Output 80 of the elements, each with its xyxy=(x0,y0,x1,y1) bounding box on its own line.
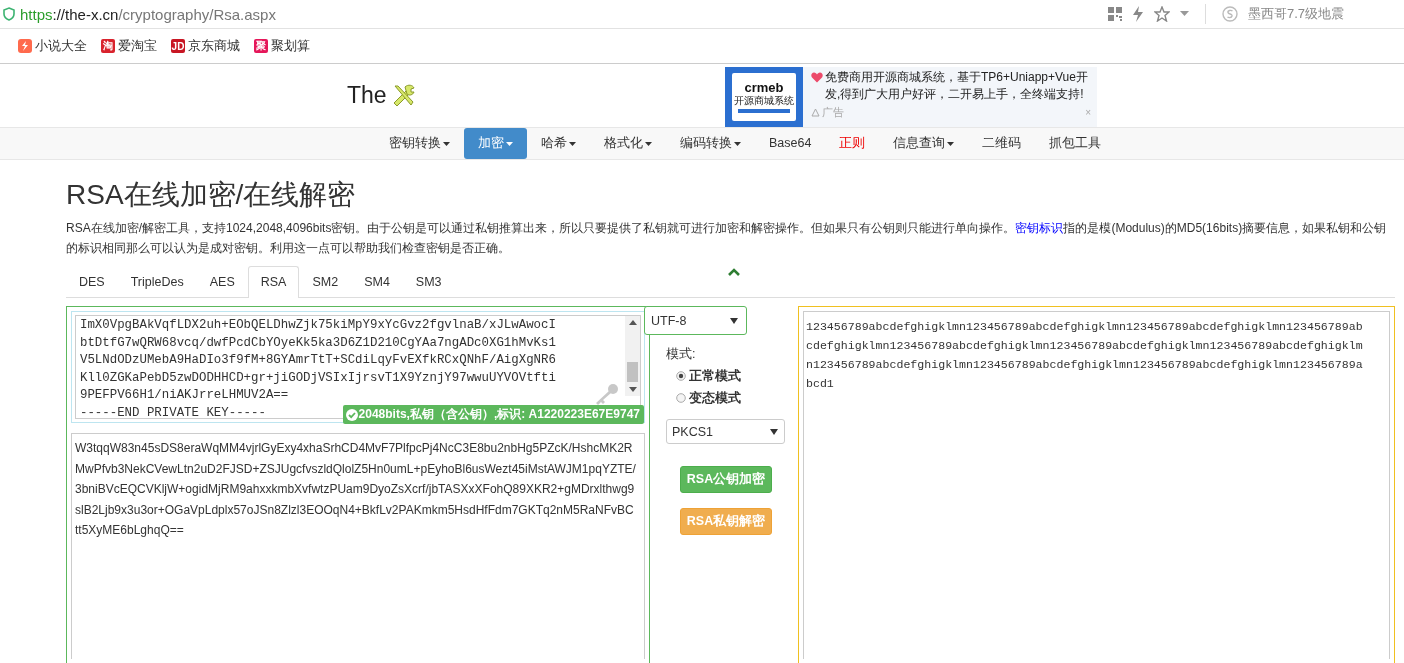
mode-label: 模式: xyxy=(666,346,696,363)
ad-brand-logo: crmeb 开源商城系统 xyxy=(725,67,803,127)
search-hint[interactable]: 墨西哥7.7级地震 xyxy=(1247,5,1344,23)
ad-banner[interactable]: crmeb 开源商城系统 免费商用开源商城系统，基于TP6+Uniapp+Vue开发,得到广大用户好评，二开易上手，全终端支持! 广告 × xyxy=(725,67,1097,127)
heart-icon xyxy=(811,72,823,83)
caret-icon[interactable] xyxy=(1179,11,1189,17)
tab[interactable]: SM2 xyxy=(299,266,352,297)
cipher-text-line: MwPfvb3NekCVewLtn2uD2FJSD+ZSJUgcfvszldQlolZ5Hn0umL+pEyhoBl6usWezt45iMstAWJM1pqYZTE/ xyxy=(75,460,637,478)
plain-text-line: n123456789abcdefghigklmn123456789abcdefghigklmn123456789abcdefghigklmn123456789a xyxy=(806,357,1364,373)
key-text-line: 9PEFPV66H1/niAKJrreLHMUV2A== xyxy=(80,387,289,404)
mode-radio[interactable]: 正常模式 xyxy=(676,365,741,387)
bookmark-link[interactable]: 淘 爱淘宝 xyxy=(101,37,157,55)
bookmark-link[interactable]: JD 京东商城 xyxy=(171,37,240,55)
key-text-line: ImX0VpgBAkVqfLDX2uh+EObQELDhwZjk75kiMpY9xYcGvz2fgvlnaB/xJLwAwocI xyxy=(80,317,556,334)
chevron-up-icon[interactable] xyxy=(728,268,740,276)
plain-text-line: 123456789abcdefghigklmn123456789abcdefghigklmn123456789abcdefghigklmn123456789ab xyxy=(806,319,1364,335)
star-icon[interactable] xyxy=(1153,6,1170,22)
bookmark-link[interactable]: 小说大全 xyxy=(18,37,87,55)
nav-menu-item[interactable]: 密钥转换 xyxy=(375,128,464,159)
tab[interactable]: TripleDes xyxy=(117,266,197,297)
tab[interactable]: AES xyxy=(196,266,248,297)
encoding-select[interactable]: UTF-8 xyxy=(644,306,747,335)
key-id-link[interactable]: 密钥标识 xyxy=(1015,221,1064,235)
padding-select[interactable]: PKCS1 xyxy=(666,419,785,444)
key-text-line: btDtfG7wQRW68vcq/dwfPcdCbYOyeKk5ka3D6Z1D210CgYAa7ngADc0XG1hMvKs1 xyxy=(80,334,556,352)
caret-icon xyxy=(730,317,738,324)
bookmark-favicon-icon xyxy=(18,39,32,53)
caret-icon xyxy=(506,141,513,146)
scrollbar-thumb[interactable] xyxy=(627,362,638,382)
scroll-down-icon[interactable] xyxy=(628,387,637,392)
search-engine-icon[interactable] xyxy=(1221,6,1238,22)
site-logo-text[interactable]: The xyxy=(347,82,387,109)
scrollbar[interactable] xyxy=(625,316,640,396)
nav-menu-item[interactable]: 正则 xyxy=(825,128,880,159)
ad-mark-icon xyxy=(811,108,820,117)
key-info-text: 2048bits,私钥（含公钥）,标识: A1220223E67E9747 xyxy=(358,406,640,423)
plain-text-line: bcd1 xyxy=(806,376,835,392)
key-text-line: -----END PRIVATE KEY----- xyxy=(80,404,266,418)
tab[interactable]: SM4 xyxy=(351,266,403,297)
nav-menu-item[interactable]: 编码转换 xyxy=(666,128,755,159)
nav-menu-item[interactable]: Base64 xyxy=(755,128,826,159)
caret-icon xyxy=(734,141,741,146)
ad-text: 免费商用开源商城系统，基于TP6+Uniapp+Vue开发,得到广大用户好评，二开易上手，全终端支持! xyxy=(825,69,1089,103)
nav-menu-item[interactable]: 加密 xyxy=(464,128,527,159)
plain-text-line: cdefghigklmn123456789abcdefghigklmn123456789abcdefghigklmn123456789abcdefghigklm xyxy=(806,338,1364,354)
key-text-line: Kll0ZGKaPebD5zwDODHHCD+gr+jiGODjVSIxIjrsvT1X9YznjY97wwuUYVOVtfti xyxy=(80,369,556,387)
bookmark-favicon-icon: JD xyxy=(171,39,185,53)
cipher-text-line: W3tqqW83n45sDS8eraWqMM4vjrlGyExy4xhaSrhCD4MvF7PlfpcPj4NcC3E8bu2nbHg5PZcK/HshcMK2R xyxy=(75,440,634,457)
nav-menu-item[interactable]: 抓包工具 xyxy=(1035,128,1116,159)
cipher-input-field[interactable] xyxy=(71,433,645,659)
bookmark-link[interactable]: 聚 聚划算 xyxy=(254,37,310,55)
cipher-text-line: slB2Ljb9x3u3or+OGaVpLdplx57oJSn8Zlzl3EOOqN4+BkfLv2PAKmkm5HsdHfFdm7GKTq2nM5RaNFvBC xyxy=(75,501,635,519)
nav-menu-item[interactable]: 哈希 xyxy=(527,128,590,159)
nav-menu-item[interactable]: 信息查询 xyxy=(879,128,969,159)
nav-menu-item[interactable]: 二维码 xyxy=(968,128,1036,159)
page-title: RSA在线加密/在线解密 xyxy=(66,178,357,212)
tab[interactable]: RSA xyxy=(247,266,300,298)
cipher-text-line: 3bniBVcEQCVKljW+ogidMjRM9ahxxkmbXvfwtzPUam9DyoZsXcrf/jbTASXxXFohQ89XKR2+gMDrxlthwg9 xyxy=(75,481,636,498)
cipher-text-line: tt5XyME6bLghqQ== xyxy=(75,522,185,539)
caret-icon xyxy=(645,141,652,146)
address-url[interactable]: https://the-x.cn/cryptography/Rsa.aspx xyxy=(20,5,276,23)
qr-code-icon[interactable] xyxy=(1107,7,1122,21)
mode-radio[interactable]: 变态模式 xyxy=(676,387,741,409)
key-icon xyxy=(596,384,618,405)
caret-icon xyxy=(569,141,576,146)
secure-shield-icon xyxy=(3,7,15,21)
check-icon xyxy=(345,408,358,421)
caret-icon xyxy=(443,141,450,146)
lightning-icon[interactable] xyxy=(1131,6,1144,22)
bookmark-favicon-icon: 聚 xyxy=(254,39,268,53)
ad-label: 广告 xyxy=(822,105,844,120)
caret-icon xyxy=(947,141,955,146)
tab[interactable]: SM3 xyxy=(402,266,455,297)
scroll-up-icon[interactable] xyxy=(628,320,637,325)
caret-icon xyxy=(770,428,778,435)
page-description: RSA在线加密/解密工具，支持1024,2048,4096bits密钥。由于公钥是可以通过私钥推算出来，所以只要提供了私钥就可进行加密和解密操作。但如果只有公钥则只能进行单向操作。密钥标识指的是模(Modulus)的MD5(16bits)摘要信息，如果私钥和公钥的标识相同那么可以认为是成对密钥。利用这一点可以帮助我们检查密钥是否正确。 xyxy=(66,220,1388,257)
tab[interactable]: DES xyxy=(66,266,118,297)
key-text-line: V5LNdODzUMebA9HaDIo3f9fM+8GYAmrTtT+SCdiLqyFvEXfkRCxQNhF/AigXgNR6 xyxy=(80,352,556,369)
bookmark-favicon-icon: 淘 xyxy=(101,39,115,53)
nav-menu-item[interactable]: 格式化 xyxy=(590,128,666,159)
